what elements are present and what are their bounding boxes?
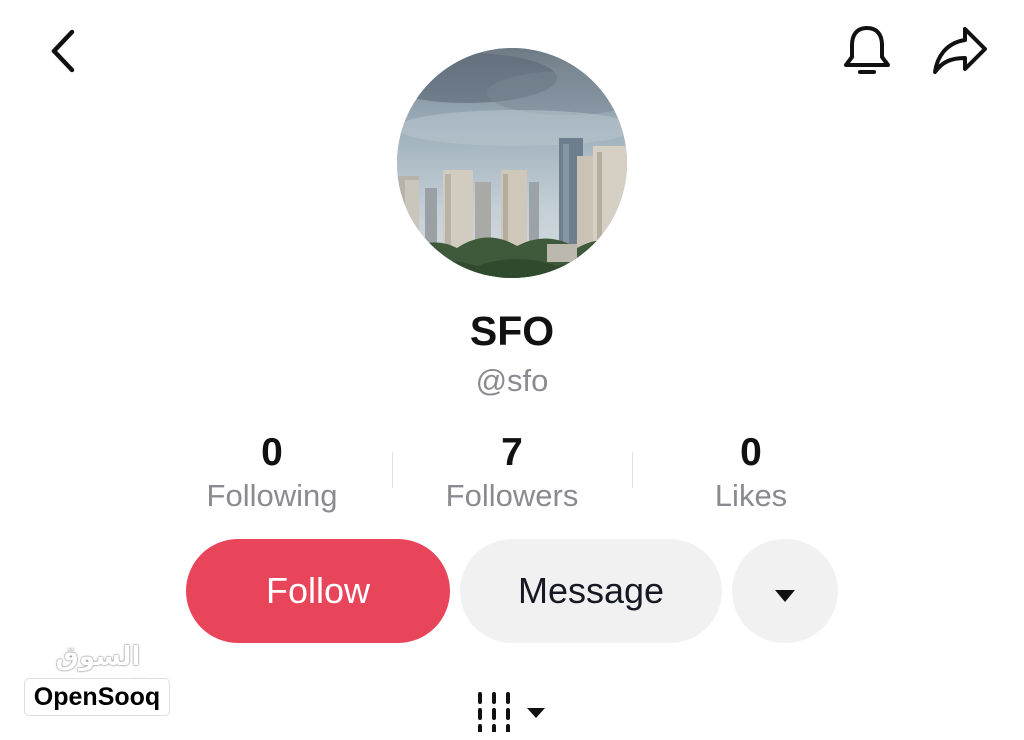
stat-value: 7 [501, 431, 523, 474]
stat-followers[interactable]: 7 Followers [392, 430, 632, 516]
message-button[interactable]: Message [460, 539, 722, 643]
username: @sfo [475, 363, 549, 398]
back-button[interactable] [36, 24, 90, 82]
stat-label: Following [206, 478, 338, 513]
watermark-logo: OpenSooq [24, 678, 170, 716]
stat-likes[interactable]: 0 Likes [631, 430, 871, 516]
bell-icon [841, 23, 893, 84]
stat-label: Followers [445, 478, 579, 513]
stat-value: 0 [740, 431, 762, 474]
share-button[interactable] [928, 24, 992, 82]
stat-following[interactable]: 0 Following [152, 430, 392, 516]
share-arrow-icon [931, 25, 989, 82]
chevron-left-icon [48, 28, 78, 79]
more-options-button[interactable] [732, 539, 838, 643]
notifications-button[interactable] [836, 22, 898, 84]
avatar[interactable] [397, 48, 627, 278]
tab-videos[interactable] [472, 684, 562, 740]
display-name: SFO [469, 308, 555, 354]
follow-button[interactable]: Follow [186, 539, 450, 643]
stat-label: Likes [714, 478, 788, 513]
stat-value: 0 [261, 431, 283, 474]
caret-down-icon [526, 706, 546, 724]
grid-lines-icon [472, 684, 516, 737]
city-skyline-avatar [397, 48, 627, 278]
caret-down-icon [774, 570, 796, 612]
